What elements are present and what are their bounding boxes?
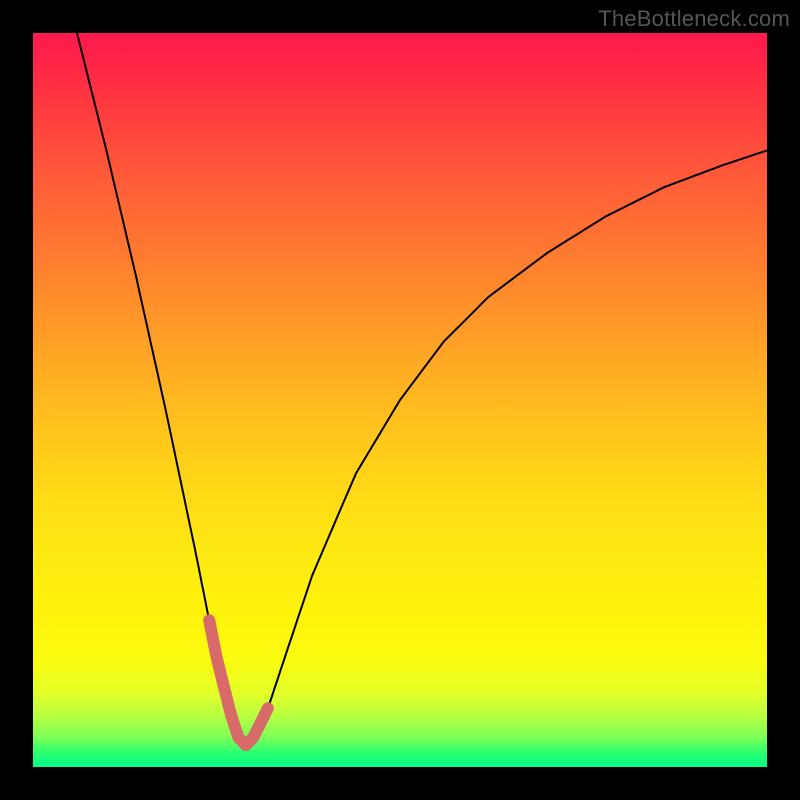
watermark-text: TheBottleneck.com (598, 6, 790, 32)
highlight-segment (209, 620, 268, 745)
curve-group (77, 33, 767, 745)
chart-svg-layer (0, 0, 800, 800)
chart-container: TheBottleneck.com (0, 0, 800, 800)
bottleneck-curve (77, 33, 767, 745)
